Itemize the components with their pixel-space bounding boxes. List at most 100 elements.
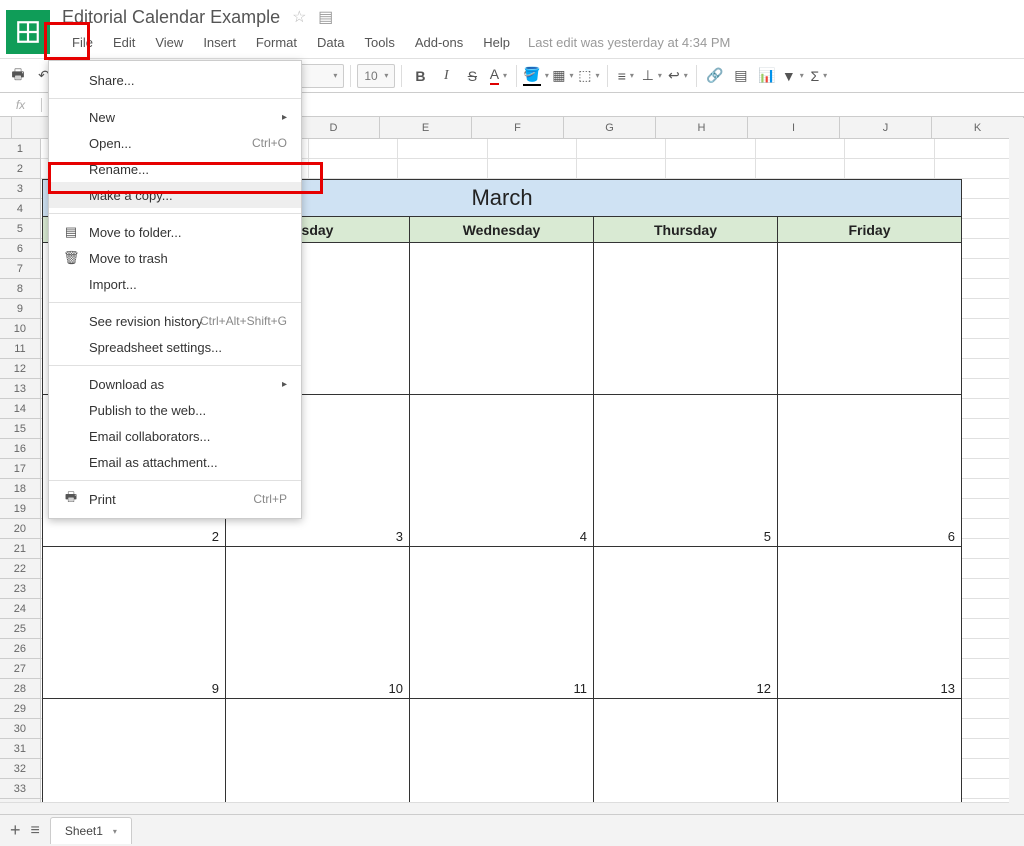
menu-print[interactable]: 🖶PrintCtrl+P	[49, 486, 301, 512]
row-header[interactable]: 1	[0, 139, 41, 159]
italic-icon[interactable]: I	[434, 64, 458, 88]
menu-edit[interactable]: Edit	[103, 32, 145, 53]
row-header[interactable]: 30	[0, 719, 41, 739]
col-header-I[interactable]: I	[748, 117, 840, 138]
menu-revision-history[interactable]: See revision historyCtrl+Alt+Shift+G	[49, 308, 301, 334]
row-header[interactable]: 29	[0, 699, 41, 719]
col-header-G[interactable]: G	[564, 117, 656, 138]
calendar-cell[interactable]: 10	[226, 547, 410, 699]
row-header[interactable]: 5	[0, 219, 41, 239]
calendar-cell[interactable]: 17	[226, 699, 410, 813]
col-header-J[interactable]: J	[840, 117, 932, 138]
cell[interactable]	[845, 139, 934, 159]
add-sheet-button[interactable]: +	[10, 820, 21, 841]
cell[interactable]	[756, 159, 845, 179]
row-header[interactable]: 10	[0, 319, 41, 339]
row-header[interactable]: 19	[0, 499, 41, 519]
menu-make-copy[interactable]: Make a copy...	[49, 182, 301, 208]
fill-color-icon[interactable]: 🪣▾	[523, 64, 548, 88]
menu-tools[interactable]: Tools	[354, 32, 404, 53]
row-header[interactable]: 21	[0, 539, 41, 559]
strikethrough-icon[interactable]: S	[460, 64, 484, 88]
menu-rename[interactable]: Rename...	[49, 156, 301, 182]
folder-icon[interactable]: ▤	[314, 9, 337, 26]
col-header-E[interactable]: E	[380, 117, 472, 138]
row-header[interactable]: 13	[0, 379, 41, 399]
cell[interactable]	[309, 159, 398, 179]
row-header[interactable]: 28	[0, 679, 41, 699]
row-header[interactable]: 14	[0, 399, 41, 419]
row-header[interactable]: 8	[0, 279, 41, 299]
cell[interactable]	[398, 139, 487, 159]
row-header[interactable]: 11	[0, 339, 41, 359]
row-header[interactable]: 26	[0, 639, 41, 659]
functions-icon[interactable]: Σ▾	[807, 64, 831, 88]
chart-icon[interactable]: 📊	[755, 64, 779, 88]
sheets-logo[interactable]	[6, 10, 50, 54]
wrap-icon[interactable]: ↩▾	[666, 64, 690, 88]
cell[interactable]	[666, 159, 755, 179]
link-icon[interactable]: 🔗	[703, 64, 727, 88]
cell[interactable]	[488, 159, 577, 179]
last-edit[interactable]: Last edit was yesterday at 4:34 PM	[520, 35, 730, 50]
font-size-select[interactable]: 10▾	[357, 64, 395, 88]
menu-file[interactable]: File	[62, 32, 103, 53]
calendar-cell[interactable]: 5	[594, 395, 778, 547]
calendar-cell[interactable]: 13	[778, 547, 962, 699]
row-header[interactable]: 6	[0, 239, 41, 259]
menu-data[interactable]: Data	[307, 32, 354, 53]
calendar-cell[interactable]: 11	[410, 547, 594, 699]
menu-insert[interactable]: Insert	[193, 32, 246, 53]
calendar-cell[interactable]: 6	[778, 395, 962, 547]
row-header[interactable]: 7	[0, 259, 41, 279]
all-sheets-button[interactable]: ≡	[31, 822, 40, 840]
menu-email-collab[interactable]: Email collaborators...	[49, 423, 301, 449]
horizontal-scrollbar[interactable]	[0, 802, 1009, 814]
menu-import[interactable]: Import...	[49, 271, 301, 297]
menu-move-folder[interactable]: ▤Move to folder...	[49, 219, 301, 245]
merge-icon[interactable]: ⬚▾	[577, 64, 601, 88]
calendar-cell[interactable]	[778, 243, 962, 395]
filter-icon[interactable]: ▼▾	[781, 64, 805, 88]
doc-title[interactable]: Editorial Calendar Example	[62, 7, 288, 28]
cell[interactable]	[845, 159, 934, 179]
menu-new[interactable]: New▸	[49, 104, 301, 130]
row-header[interactable]: 12	[0, 359, 41, 379]
calendar-cell[interactable]: 16	[42, 699, 226, 813]
row-header[interactable]: 17	[0, 459, 41, 479]
borders-icon[interactable]: ▦▾	[551, 64, 575, 88]
menu-open[interactable]: Open...Ctrl+O	[49, 130, 301, 156]
row-header[interactable]: 31	[0, 739, 41, 759]
row-header[interactable]: 24	[0, 599, 41, 619]
col-header-F[interactable]: F	[472, 117, 564, 138]
cell[interactable]	[666, 139, 755, 159]
row-header[interactable]: 15	[0, 419, 41, 439]
row-header[interactable]: 27	[0, 659, 41, 679]
row-header[interactable]: 4	[0, 199, 41, 219]
calendar-cell[interactable]	[594, 243, 778, 395]
calendar-cell[interactable]: 19	[594, 699, 778, 813]
menu-publish[interactable]: Publish to the web...	[49, 397, 301, 423]
cell[interactable]	[577, 159, 666, 179]
row-header[interactable]: 32	[0, 759, 41, 779]
cell[interactable]	[398, 159, 487, 179]
row-header[interactable]: 23	[0, 579, 41, 599]
row-header[interactable]: 2	[0, 159, 41, 179]
calendar-cell[interactable]: 4	[410, 395, 594, 547]
star-icon[interactable]: ☆	[288, 9, 310, 26]
halign-icon[interactable]: ≡▾	[614, 64, 638, 88]
calendar-cell[interactable]: 9	[42, 547, 226, 699]
row-header[interactable]: 9	[0, 299, 41, 319]
col-header-H[interactable]: H	[656, 117, 748, 138]
row-header[interactable]: 18	[0, 479, 41, 499]
menu-addons[interactable]: Add-ons	[405, 32, 473, 53]
menu-share[interactable]: Share...	[49, 67, 301, 93]
row-header[interactable]: 22	[0, 559, 41, 579]
comment-icon[interactable]: ▤	[729, 64, 753, 88]
row-header[interactable]: 20	[0, 519, 41, 539]
cell[interactable]	[309, 139, 398, 159]
calendar-cell[interactable]	[410, 243, 594, 395]
menu-view[interactable]: View	[145, 32, 193, 53]
cell[interactable]	[577, 139, 666, 159]
vertical-scrollbar[interactable]	[1009, 118, 1024, 814]
